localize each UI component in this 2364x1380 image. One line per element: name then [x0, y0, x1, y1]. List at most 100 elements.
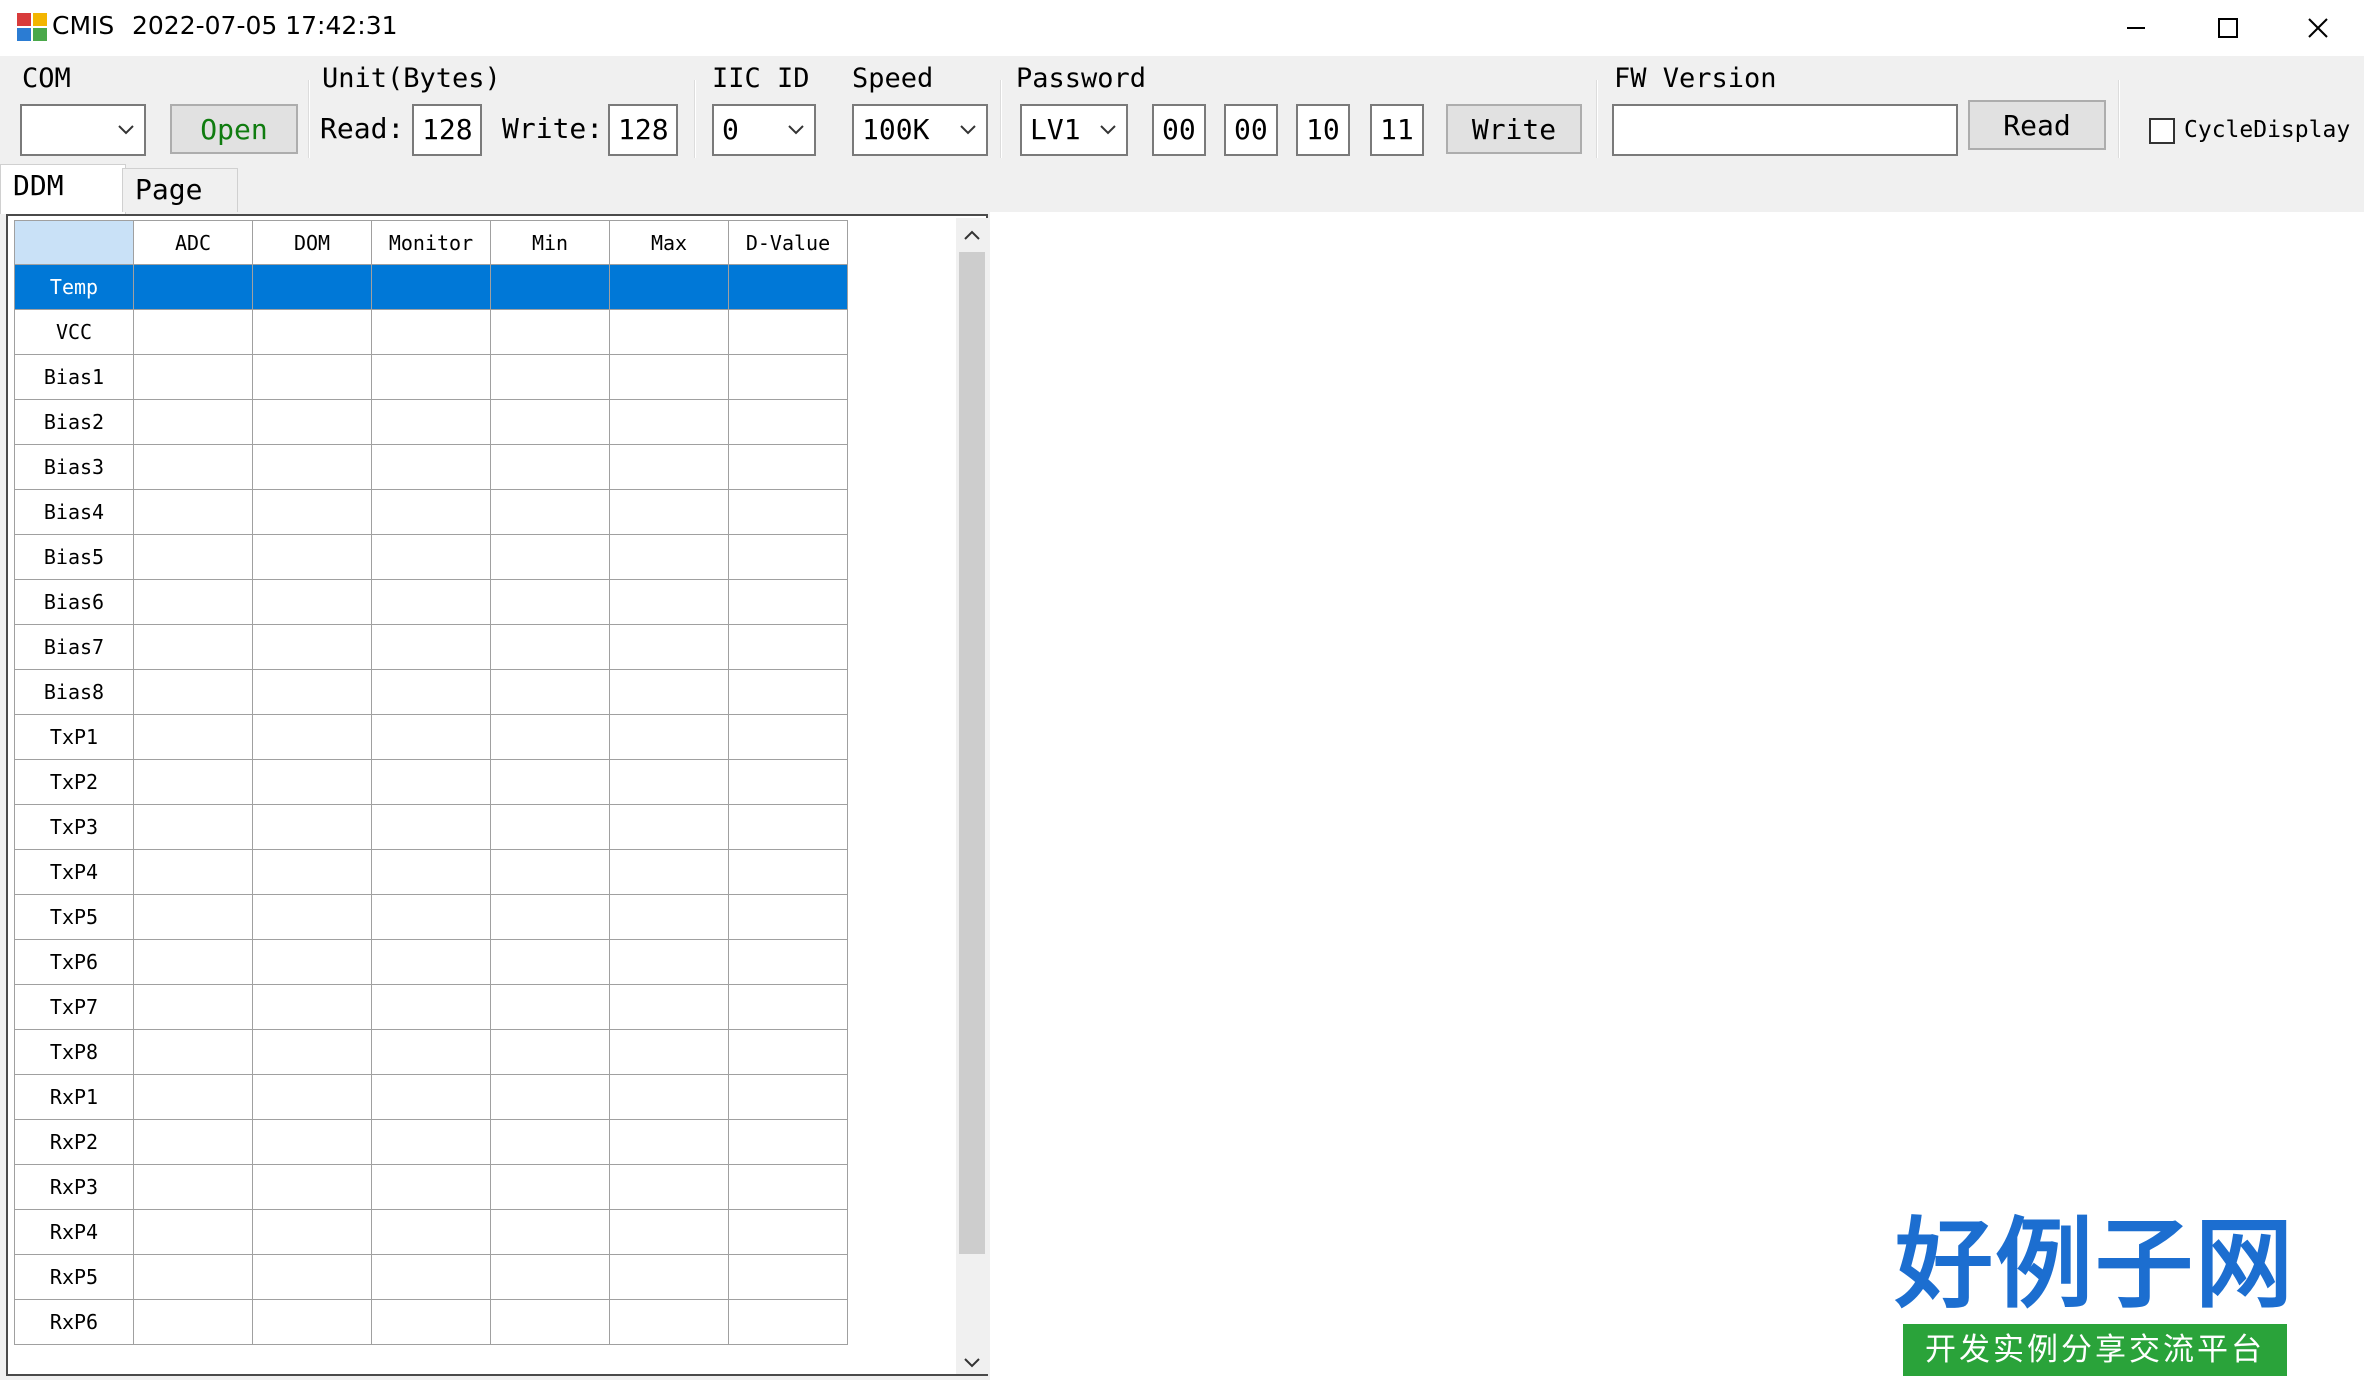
table-cell[interactable] — [609, 849, 729, 895]
table-row[interactable]: TxP3 — [14, 804, 848, 850]
table-cell[interactable] — [609, 759, 729, 805]
table-cell[interactable] — [252, 894, 372, 940]
row-header-cell[interactable]: Bias7 — [14, 624, 134, 670]
row-header-cell[interactable]: Bias6 — [14, 579, 134, 625]
table-cell[interactable] — [252, 444, 372, 490]
table-cell[interactable] — [728, 984, 848, 1030]
table-cell[interactable] — [371, 849, 491, 895]
table-cell[interactable] — [490, 309, 610, 355]
row-header-cell[interactable]: RxP1 — [14, 1074, 134, 1120]
table-row[interactable]: TxP5 — [14, 894, 848, 940]
table-cell[interactable] — [609, 309, 729, 355]
table-cell[interactable] — [252, 264, 372, 310]
table-cell[interactable] — [371, 1254, 491, 1300]
tab-ddm[interactable]: DDM — [0, 164, 126, 214]
password-byte-2-input[interactable]: 00 — [1224, 104, 1278, 156]
table-cell[interactable] — [371, 714, 491, 760]
table-cell[interactable] — [609, 624, 729, 670]
row-header-cell[interactable]: TxP1 — [14, 714, 134, 760]
row-header-cell[interactable]: TxP3 — [14, 804, 134, 850]
row-header-cell[interactable]: Bias1 — [14, 354, 134, 400]
table-cell[interactable] — [609, 489, 729, 535]
table-cell[interactable] — [133, 624, 253, 670]
table-cell[interactable] — [252, 1254, 372, 1300]
row-header-cell[interactable]: TxP6 — [14, 939, 134, 985]
table-cell[interactable] — [728, 354, 848, 400]
table-cell[interactable] — [133, 489, 253, 535]
row-header-cell[interactable]: Bias3 — [14, 444, 134, 490]
table-cell[interactable] — [252, 939, 372, 985]
table-cell[interactable] — [728, 399, 848, 445]
read-unit-input[interactable]: 128 — [412, 104, 482, 156]
table-cell[interactable] — [609, 264, 729, 310]
password-write-button[interactable]: Write — [1446, 104, 1582, 154]
table-cell[interactable] — [490, 1029, 610, 1075]
column-header-adc[interactable]: ADC — [133, 220, 253, 265]
table-row[interactable]: TxP1 — [14, 714, 848, 760]
table-cell[interactable] — [728, 939, 848, 985]
table-cell[interactable] — [133, 1254, 253, 1300]
table-cell[interactable] — [133, 1299, 253, 1345]
table-cell[interactable] — [252, 759, 372, 805]
column-header-monitor[interactable]: Monitor — [371, 220, 491, 265]
row-header-cell[interactable]: TxP4 — [14, 849, 134, 895]
password-level-select[interactable]: LV1 — [1020, 104, 1128, 156]
table-row[interactable]: TxP2 — [14, 759, 848, 805]
table-row[interactable]: RxP6 — [14, 1299, 848, 1345]
table-cell[interactable] — [609, 1209, 729, 1255]
column-header-dom[interactable]: DOM — [252, 220, 372, 265]
table-cell[interactable] — [371, 1119, 491, 1165]
table-cell[interactable] — [371, 1074, 491, 1120]
table-cell[interactable] — [490, 264, 610, 310]
table-row[interactable]: RxP5 — [14, 1254, 848, 1300]
table-cell[interactable] — [133, 1074, 253, 1120]
table-cell[interactable] — [609, 1164, 729, 1210]
table-cell[interactable] — [490, 399, 610, 445]
table-cell[interactable] — [490, 624, 610, 670]
write-unit-input[interactable]: 128 — [608, 104, 678, 156]
table-cell[interactable] — [133, 444, 253, 490]
table-cell[interactable] — [252, 1074, 372, 1120]
row-header-cell[interactable]: RxP2 — [14, 1119, 134, 1165]
table-row[interactable]: Bias1 — [14, 354, 848, 400]
password-byte-3-input[interactable]: 10 — [1296, 104, 1350, 156]
table-cell[interactable] — [133, 1119, 253, 1165]
table-row[interactable]: Bias7 — [14, 624, 848, 670]
table-cell[interactable] — [252, 1029, 372, 1075]
table-cell[interactable] — [490, 939, 610, 985]
table-cell[interactable] — [371, 264, 491, 310]
table-cell[interactable] — [371, 444, 491, 490]
table-cell[interactable] — [728, 1119, 848, 1165]
maximize-button[interactable] — [2182, 0, 2274, 56]
table-cell[interactable] — [609, 1299, 729, 1345]
row-header-cell[interactable]: TxP2 — [14, 759, 134, 805]
table-cell[interactable] — [609, 804, 729, 850]
row-header-cell[interactable]: RxP3 — [14, 1164, 134, 1210]
row-header-cell[interactable]: Bias8 — [14, 669, 134, 715]
table-cell[interactable] — [728, 1164, 848, 1210]
corner-header-cell[interactable] — [14, 220, 134, 265]
row-header-cell[interactable]: TxP5 — [14, 894, 134, 940]
table-cell[interactable] — [371, 1209, 491, 1255]
row-header-cell[interactable]: RxP4 — [14, 1209, 134, 1255]
table-cell[interactable] — [133, 759, 253, 805]
table-cell[interactable] — [133, 1029, 253, 1075]
table-cell[interactable] — [371, 984, 491, 1030]
table-cell[interactable] — [252, 489, 372, 535]
row-header-cell[interactable]: Temp — [14, 264, 134, 310]
table-cell[interactable] — [490, 1299, 610, 1345]
row-header-cell[interactable]: Bias2 — [14, 399, 134, 445]
chevron-up-icon[interactable] — [963, 226, 981, 245]
cycle-display-label[interactable]: CycleDisplay — [2184, 114, 2350, 146]
table-cell[interactable] — [252, 579, 372, 625]
table-cell[interactable] — [728, 804, 848, 850]
table-cell[interactable] — [490, 579, 610, 625]
table-cell[interactable] — [133, 984, 253, 1030]
table-cell[interactable] — [252, 534, 372, 580]
table-cell[interactable] — [133, 849, 253, 895]
table-cell[interactable] — [490, 1074, 610, 1120]
table-cell[interactable] — [371, 354, 491, 400]
table-cell[interactable] — [252, 399, 372, 445]
chevron-down-icon[interactable] — [963, 1354, 981, 1373]
open-button[interactable]: Open — [170, 104, 298, 154]
